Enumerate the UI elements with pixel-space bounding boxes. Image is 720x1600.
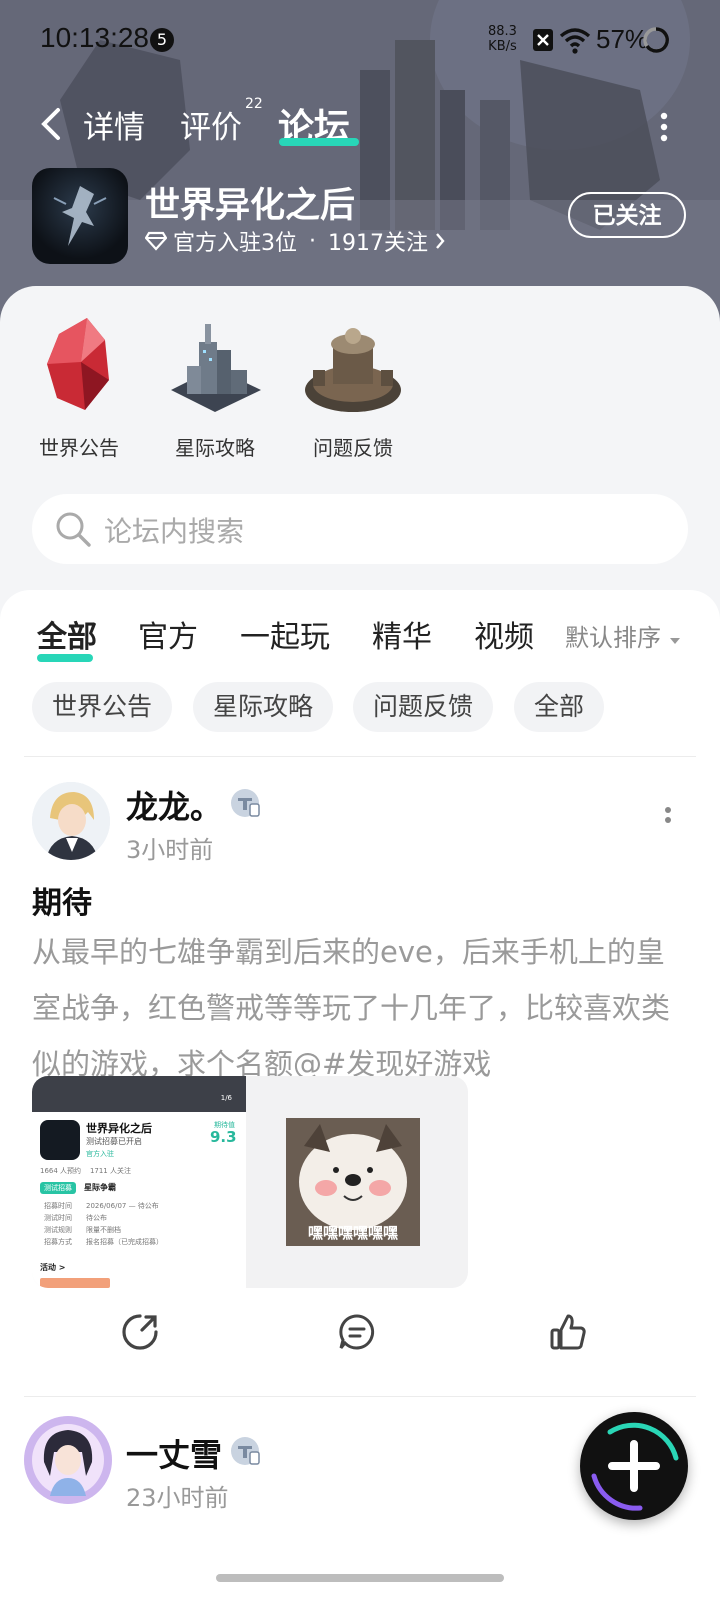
chip-all[interactable]: 全部: [514, 682, 605, 732]
game-meta[interactable]: 官方入驻3位 · 1917关注: [145, 225, 446, 257]
post-body: 从最早的七雄争霸到后来的eve，后来手机上的皇室战争，红色警戒等等玩了十几年了，…: [32, 935, 671, 1081]
create-post-button[interactable]: [580, 1412, 688, 1520]
chip-feedback[interactable]: 问题反馈: [353, 682, 494, 732]
net-speed-unit: KB/s: [488, 39, 517, 54]
back-arrow-icon[interactable]: [34, 104, 74, 144]
diamond-icon: [145, 231, 167, 251]
anime-avatar-icon: [32, 782, 110, 860]
more-options-icon[interactable]: [660, 112, 668, 142]
battery-percent: 57%: [596, 24, 649, 54]
search-icon: [56, 512, 91, 547]
screenshot-activity-label: 活动 >: [40, 1263, 66, 1272]
category-strategy-guide[interactable]: 星际攻略: [150, 314, 280, 461]
network-speed: 88.3 KB/s: [488, 24, 517, 54]
category-feedback[interactable]: 问题反馈: [288, 314, 418, 461]
battery-ring-icon: [643, 27, 669, 53]
status-bar: 10:13:28 5 88.3 KB/s 57%: [0, 22, 720, 62]
post-image-gallery[interactable]: 1/6 世界异化之后 测试招募已开启 官方入驻 期待值 9.3 1664 人预约…: [32, 1076, 468, 1288]
game-info: 世界异化之后 官方入驻3位 · 1917关注 已关注: [0, 165, 720, 265]
machine-base-icon: [305, 328, 401, 412]
tab-details[interactable]: 详情: [83, 102, 145, 147]
feed-tab-play-together[interactable]: 一起玩: [240, 612, 330, 656]
screenshot-score: 9.3: [210, 1128, 237, 1146]
search-placeholder: 论坛内搜索: [104, 515, 245, 548]
review-count-badge: 22: [245, 96, 263, 112]
tab-reviews[interactable]: 评价: [180, 102, 242, 147]
screenshot-page-indicator: 1/6: [220, 1094, 232, 1102]
notification-count-badge: 5: [150, 28, 174, 52]
category-label: 世界公告: [39, 436, 119, 460]
meta-separator: ·: [309, 228, 316, 254]
follow-button[interactable]: 已关注: [568, 192, 686, 238]
screenshot-recruit-title: 星际争霸: [84, 1183, 116, 1192]
city-tower-icon: [171, 324, 261, 412]
category-label: 星际攻略: [175, 436, 255, 460]
category-world-announcement[interactable]: 世界公告: [14, 314, 144, 461]
sort-dropdown[interactable]: 默认排序: [565, 618, 681, 653]
meme-caption: 嘿嘿嘿嘿嘿嘿: [307, 1224, 398, 1242]
avatar[interactable]: [24, 1416, 112, 1504]
game-logo-emblem-icon: [53, 186, 107, 246]
net-speed-value: 88.3: [488, 24, 517, 39]
dropdown-triangle-icon: [669, 638, 680, 644]
share-icon[interactable]: [120, 1312, 160, 1352]
forum-panel: 世界公告 星际攻略 问题反馈 论坛内搜索 全部 官方 一起玩 精华 视频 默认排…: [0, 286, 720, 1600]
plus-icon: [591, 1422, 679, 1511]
screenshot-banner: 1/6: [32, 1076, 246, 1112]
screenshot-game-title: 世界异化之后: [86, 1122, 152, 1135]
feed-tab-indicator: [37, 654, 93, 662]
user-level-badge-icon: [231, 789, 260, 817]
post-author[interactable]: 一丈雪: [126, 1430, 222, 1476]
post-author[interactable]: 龙龙。: [126, 782, 222, 828]
comment-icon[interactable]: [337, 1312, 377, 1352]
post-time: 3小时前: [126, 836, 214, 864]
sim-off-icon: [533, 29, 553, 51]
post-time: 23小时前: [126, 1484, 229, 1512]
divider: [24, 756, 696, 757]
feed-tab-video[interactable]: 视频: [474, 612, 534, 656]
category-label: 问题反馈: [313, 436, 393, 460]
chevron-right-icon: [436, 233, 445, 249]
screenshot-status: 测试招募已开启: [86, 1137, 142, 1146]
user-level-badge-icon: [231, 1437, 260, 1465]
chip-world-announcement[interactable]: 世界公告: [32, 682, 173, 732]
screenshot-recruit-tag: 测试招募: [40, 1182, 76, 1194]
feed-tab-all[interactable]: 全部: [37, 612, 97, 656]
screenshot-stats: 1664 人预约 1711 人关注: [40, 1167, 131, 1175]
screenshot-info-rows: 招募时间 2026/06/07 — 待公布 测试时间 待公布 测试规则 限量不删…: [44, 1202, 163, 1246]
follower-count: 1917关注: [328, 231, 428, 256]
feed-tabs: 全部 官方 一起玩 精华 视频 默认排序: [0, 608, 720, 662]
game-title: 世界异化之后: [145, 186, 356, 226]
divider: [24, 1396, 696, 1397]
post-image-meme[interactable]: 嘿嘿嘿嘿嘿嘿: [286, 1118, 420, 1246]
forum-search-bar[interactable]: 论坛内搜索: [32, 494, 688, 564]
official-count: 官方入驻3位: [173, 231, 297, 256]
status-time: 10:13:28: [40, 22, 149, 53]
post-title: 期待: [32, 886, 92, 921]
wifi-icon: [559, 28, 591, 54]
game-header: 10:13:28 5 88.3 KB/s 57% 详情 评价 22 论坛 世界异…: [0, 0, 720, 330]
screenshot-official: 官方入驻: [86, 1150, 114, 1158]
home-indicator[interactable]: [216, 1574, 504, 1582]
feed-tab-featured[interactable]: 精华: [372, 612, 432, 656]
active-tab-indicator: [279, 138, 359, 146]
red-crystal-icon: [47, 318, 109, 410]
anime-girl-avatar-icon: [24, 1416, 112, 1504]
sort-label: 默认排序: [565, 624, 661, 652]
post-more-icon[interactable]: [664, 806, 672, 832]
screenshot-game-logo: [40, 1120, 80, 1160]
post-image-screenshot[interactable]: 1/6 世界异化之后 测试招募已开启 官方入驻 期待值 9.3 1664 人预约…: [32, 1076, 246, 1288]
screenshot-activity-tag: [40, 1278, 110, 1288]
avatar[interactable]: [32, 782, 110, 860]
feed-tab-official[interactable]: 官方: [138, 612, 198, 656]
like-icon[interactable]: [548, 1312, 588, 1352]
top-nav: 详情 评价 22 论坛: [0, 96, 720, 158]
game-logo[interactable]: [32, 168, 128, 264]
chip-strategy-guide[interactable]: 星际攻略: [193, 682, 334, 732]
